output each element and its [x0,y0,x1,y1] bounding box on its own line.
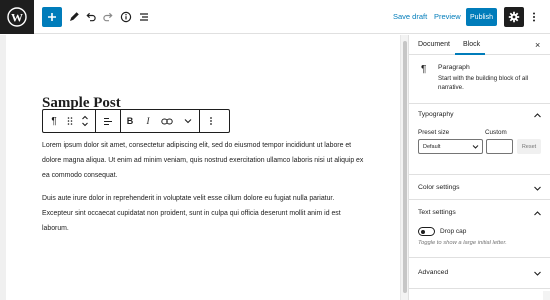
link-icon [161,118,173,124]
gear-icon [508,11,520,23]
drop-cap-label: Drop cap [440,228,467,235]
color-settings-panel[interactable]: Color settings [409,176,550,200]
options-menu-button[interactable] [527,7,541,27]
drop-cap-toggle[interactable] [418,227,435,236]
color-settings-title[interactable]: Color settings [418,184,460,191]
list-view-button[interactable] [134,7,154,27]
canvas-left-edge [0,35,6,300]
chevron-up-icon[interactable] [533,111,542,120]
sidebar-scrollbar[interactable] [543,291,550,300]
chevron-down-icon[interactable] [533,269,542,278]
settings-button[interactable] [504,7,524,27]
drag-handle-icon [67,117,73,125]
preset-size-label: Preset size [418,129,450,136]
custom-size-label: Custom [485,129,507,136]
advanced-title[interactable]: Advanced [418,269,448,276]
italic-icon: I [146,116,150,126]
tab-document[interactable]: Document [418,41,450,48]
block-card: ¶ Paragraph Start with the building bloc… [409,56,550,104]
block-options-button[interactable] [200,110,222,132]
text-settings-title[interactable]: Text settings [418,209,456,216]
chevron-down-icon[interactable] [533,184,542,193]
save-draft-button[interactable]: Save draft [393,12,427,21]
active-tab-indicator [455,53,485,55]
drop-cap-help: Toggle to show a large initial letter. [418,240,507,246]
details-button[interactable] [116,7,136,27]
more-vertical-icon [210,117,212,125]
wordpress-logo-icon[interactable]: W [0,0,34,34]
reset-button[interactable]: Reset [517,139,541,154]
plus-icon [48,13,56,21]
move-up-down-icon [82,115,88,127]
italic-button[interactable]: I [139,110,157,132]
align-left-icon [104,117,112,125]
svg-text:W: W [11,10,23,24]
typography-panel-title[interactable]: Typography [418,111,454,118]
redo-icon [103,12,113,22]
tab-block[interactable]: Block [463,41,480,48]
block-inserter-button[interactable] [42,7,62,27]
block-card-description: Start with the building block of all nar… [438,75,529,91]
publish-button[interactable]: Publish [466,8,497,26]
pencil-icon [70,12,79,21]
bold-icon: B [126,116,134,126]
preset-size-value: Default [423,143,441,150]
settings-sidebar: Document Block × ¶ Paragraph Start with … [408,35,550,300]
toggle-knob [420,229,425,234]
paragraph-icon: ¶ [51,115,57,127]
editor-scrollbar[interactable] [400,35,408,300]
advanced-panel[interactable]: Advanced [409,259,550,289]
text-settings-panel: Text settings Drop cap Toggle to show a … [409,201,550,258]
more-vertical-icon [533,12,535,22]
close-icon[interactable]: × [535,40,540,50]
block-toolbar: ¶ B I [42,109,230,133]
move-block-button[interactable] [75,110,95,132]
editor-header: W Save draft Preview Publish [0,0,550,34]
chevron-up-icon[interactable] [533,209,542,218]
typography-panel: Typography Preset size Custom Default Re… [409,105,550,175]
info-icon [120,11,132,23]
paragraph-block[interactable]: Duis aute irure dolor in reprehenderit i… [42,191,367,236]
editor-scrollbar-thumb[interactable] [403,41,407,293]
preset-size-select[interactable]: Default [418,139,483,154]
chevron-down-icon [472,145,479,149]
custom-size-input[interactable] [486,139,513,154]
redo-button[interactable] [98,7,118,27]
align-button[interactable] [96,110,120,132]
drag-handle[interactable] [65,110,75,132]
link-button[interactable] [157,110,177,132]
block-card-title: Paragraph [438,64,470,71]
alignment-group [96,110,121,132]
block-options-group [200,110,222,132]
preview-button[interactable]: Preview [434,12,461,21]
bold-button[interactable]: B [121,110,139,132]
paragraph-block[interactable]: Lorem ipsum dolor sit amet, consectetur … [42,138,367,183]
block-type-group: ¶ [43,110,96,132]
format-group: B I [121,110,200,132]
sidebar-tabs: Document Block × [409,35,550,55]
more-formatting-button[interactable] [177,110,199,132]
undo-icon [86,12,96,22]
paragraph-block-button[interactable]: ¶ [43,110,65,132]
paragraph-icon: ¶ [421,64,427,75]
list-view-icon [140,13,148,21]
chevron-down-icon [184,119,192,124]
